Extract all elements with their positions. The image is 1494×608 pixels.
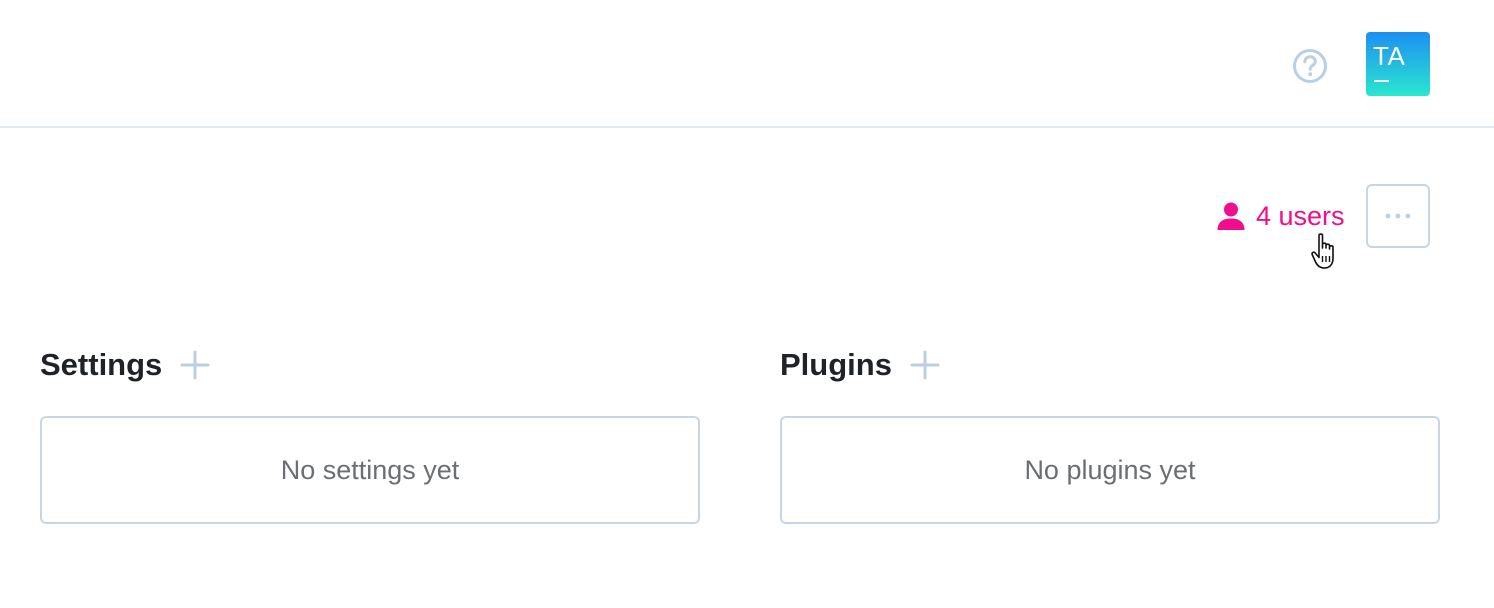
settings-section: Settings No settings yet (40, 340, 700, 524)
ellipsis-icon (1385, 213, 1411, 219)
settings-title: Settings (40, 347, 163, 382)
users-link[interactable]: 4 users (1216, 198, 1345, 234)
plugins-section: Plugins No plugins yet (780, 340, 1440, 524)
plugins-header: Plugins (780, 340, 1440, 390)
settings-empty-state: No settings yet (40, 416, 700, 524)
avatar-initials: TA (1373, 41, 1406, 71)
plugins-empty-state: No plugins yet (780, 416, 1440, 524)
hand-cursor-icon (1311, 233, 1334, 269)
users-count-label: 4 users (1256, 201, 1345, 231)
plugins-title: Plugins (780, 347, 892, 382)
settings-empty-text: No settings yet (280, 454, 460, 485)
add-setting-plus-icon[interactable] (180, 350, 210, 380)
user-avatar[interactable]: TA (1366, 32, 1430, 96)
settings-header: Settings (40, 340, 700, 390)
add-plugin-plus-icon[interactable] (910, 350, 940, 380)
user-icon (1217, 202, 1245, 230)
more-options-button[interactable] (1366, 184, 1430, 248)
top-header: TA (0, 0, 1494, 128)
avatar-underline (1374, 80, 1389, 82)
help-question-icon[interactable] (1292, 48, 1328, 84)
plugins-empty-text: No plugins yet (1024, 454, 1196, 485)
